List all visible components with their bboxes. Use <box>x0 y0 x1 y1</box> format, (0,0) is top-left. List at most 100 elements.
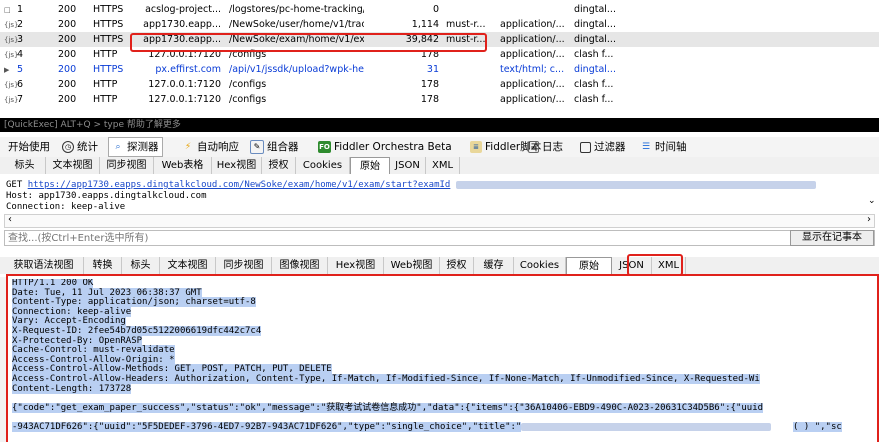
session-row[interactable]: ▶ 5 200 HTTPS px.effirst.com/api/v1/jssdk/up… <box>0 62 879 77</box>
session-url: /configs <box>229 79 267 90</box>
request-tab[interactable]: 原始 <box>350 157 390 174</box>
clock-icon: ◷ <box>62 141 74 153</box>
session-protocol: HTTP <box>93 49 118 60</box>
request-tab[interactable]: JSON <box>390 157 426 174</box>
find-bar: 显示在记事本 <box>4 230 875 246</box>
response-tab[interactable]: 文本视图 <box>160 257 216 274</box>
session-content-type: application/... <box>500 79 565 90</box>
session-id: {js}2 <box>4 17 34 33</box>
request-tab[interactable]: Cookies <box>296 157 350 174</box>
log-tab[interactable]: ≡ 日志 <box>528 137 563 157</box>
response-tab[interactable]: 图像视图 <box>272 257 328 274</box>
scroll-left-icon[interactable]: ‹ <box>8 214 12 225</box>
session-type-icon: {js} <box>4 81 19 89</box>
session-body: 178 <box>420 94 439 105</box>
filters-tab[interactable]: 过滤器 <box>580 137 626 157</box>
session-body: 178 <box>420 79 439 90</box>
response-tab[interactable]: Web视图 <box>384 257 440 274</box>
session-row[interactable]: □ 1 200 HTTPS acslog-project... /logstores/pc… <box>0 2 879 17</box>
session-row[interactable]: {js}2 200 HTTPS app1730.eapp... /NewSoke/use… <box>0 17 879 32</box>
get-started-tab[interactable]: 开始使用 <box>8 137 50 157</box>
statistics-tab[interactable]: ◷ 统计 <box>62 137 98 157</box>
session-host: app1730.eapp... <box>143 19 221 30</box>
session-process: clash f... <box>574 94 614 105</box>
session-type-icon: □ <box>4 6 11 14</box>
session-content-type: application/... <box>500 34 565 45</box>
request-tab[interactable]: 授权 <box>262 157 296 174</box>
request-raw-text[interactable]: GET https://app1730.eapps.dingtalkcloud.… <box>6 180 846 214</box>
get-started-label: 开始使用 <box>8 141 50 153</box>
request-host-line: Host: app1730.eapps.dingtalkcloud.com <box>6 191 207 201</box>
inspectors-label: 探测器 <box>127 141 159 153</box>
session-process: dingtal... <box>574 34 616 45</box>
session-content-type: application/... <box>500 94 565 105</box>
response-tab[interactable]: Hex视图 <box>328 257 384 274</box>
lightning-icon: ⚡ <box>184 142 192 152</box>
session-process: dingtal... <box>574 64 616 75</box>
highlight-response-body <box>6 274 879 442</box>
chevron-down-icon[interactable]: ⌄ <box>868 196 876 206</box>
session-protocol: HTTPS <box>93 4 124 15</box>
session-url: /configs <box>229 94 267 105</box>
request-url-link[interactable]: https://app1730.eapps.dingtalkcloud.com/… <box>28 180 451 190</box>
session-caching: must-r... <box>446 19 486 30</box>
orchestra-label: Fiddler Orchestra Beta <box>334 141 452 153</box>
response-tab[interactable]: 缓存 <box>474 257 514 274</box>
session-protocol: HTTPS <box>93 19 124 30</box>
timeline-label: 时间轴 <box>655 141 687 153</box>
horizontal-scrollbar[interactable]: ‹ › <box>4 214 875 228</box>
quickexec-bar[interactable]: [QuickExec] ALT+Q > type 帮助了解更多 <box>0 118 879 132</box>
session-id-text: 2 <box>17 19 24 30</box>
composer-tab[interactable]: ✎ 组合器 <box>250 137 299 157</box>
session-host: px.effirst.com <box>155 64 221 75</box>
response-tab[interactable]: 获取语法视图 <box>4 257 84 274</box>
response-tab[interactable]: 标头 <box>122 257 160 274</box>
request-inspector-tabs: 标头 文本视图 同步视图 Web表格 Hex视图 授权 Cookies 原始 JSON XML <box>0 157 879 174</box>
request-tab[interactable]: Hex视图 <box>212 157 262 174</box>
session-id-text: 1 <box>17 4 24 15</box>
session-protocol: HTTP <box>93 79 118 90</box>
inspectors-tab[interactable]: ⌕ 探测器 <box>108 137 163 157</box>
checkbox-icon <box>580 141 591 153</box>
session-host: acslog-project... <box>145 4 221 15</box>
session-url: /logstores/pc-home-tracking/track?... <box>229 4 364 15</box>
sessions-list[interactable]: □ 1 200 HTTPS acslog-project... /logstores/pc… <box>0 0 879 118</box>
orchestra-tab[interactable]: FO Fiddler Orchestra Beta <box>318 137 452 157</box>
view-in-notepad-button[interactable]: 显示在记事本 <box>790 230 874 246</box>
request-tab[interactable]: XML <box>426 157 460 174</box>
timeline-tab[interactable]: ☰ 时间轴 <box>640 137 687 157</box>
request-tab[interactable]: 标头 <box>4 157 46 174</box>
log-icon: ≡ <box>528 141 539 153</box>
response-tab[interactable]: 同步视图 <box>216 257 272 274</box>
session-row[interactable]: {js}6 200 HTTP 127.0.0.1:7120/configs 178 app… <box>0 77 879 92</box>
scroll-right-icon[interactable]: › <box>867 214 871 225</box>
filters-label: 过滤器 <box>594 141 626 153</box>
session-protocol: HTTPS <box>93 64 124 75</box>
response-tab[interactable]: 转换 <box>84 257 122 274</box>
session-result: 200 <box>58 49 77 60</box>
session-type-icon: {js} <box>4 96 19 104</box>
highlight-raw-tab <box>627 254 683 276</box>
highlight-selected-session <box>130 33 487 52</box>
session-row[interactable]: {js}7 200 HTTP 127.0.0.1:7120/configs 178 app… <box>0 92 879 107</box>
response-tab[interactable]: Cookies <box>514 257 566 274</box>
response-tab[interactable]: 原始 <box>566 257 612 274</box>
session-content-type: application/... <box>500 49 565 60</box>
session-url: /api/v1/jssdk/upload?wpk-header=... <box>229 64 364 75</box>
request-tab[interactable]: 文本视图 <box>46 157 100 174</box>
request-tab[interactable]: 同步视图 <box>100 157 154 174</box>
session-process: clash f... <box>574 79 614 90</box>
session-type-icon: {js} <box>4 21 19 29</box>
session-process: dingtal... <box>574 4 616 15</box>
autoresponder-tab[interactable]: ⚡ 自动响应 <box>182 137 239 157</box>
session-result: 200 <box>58 94 77 105</box>
session-result: 200 <box>58 4 77 15</box>
find-input[interactable] <box>5 231 781 245</box>
session-content-type: text/html; c... <box>500 64 565 75</box>
request-tab[interactable]: Web表格 <box>154 157 212 174</box>
session-id: ▶ 5 <box>4 62 34 78</box>
edit-icon: ✎ <box>250 140 264 154</box>
session-type-icon: {js} <box>4 51 19 59</box>
statistics-label: 统计 <box>77 141 98 153</box>
response-tab[interactable]: 授权 <box>440 257 474 274</box>
